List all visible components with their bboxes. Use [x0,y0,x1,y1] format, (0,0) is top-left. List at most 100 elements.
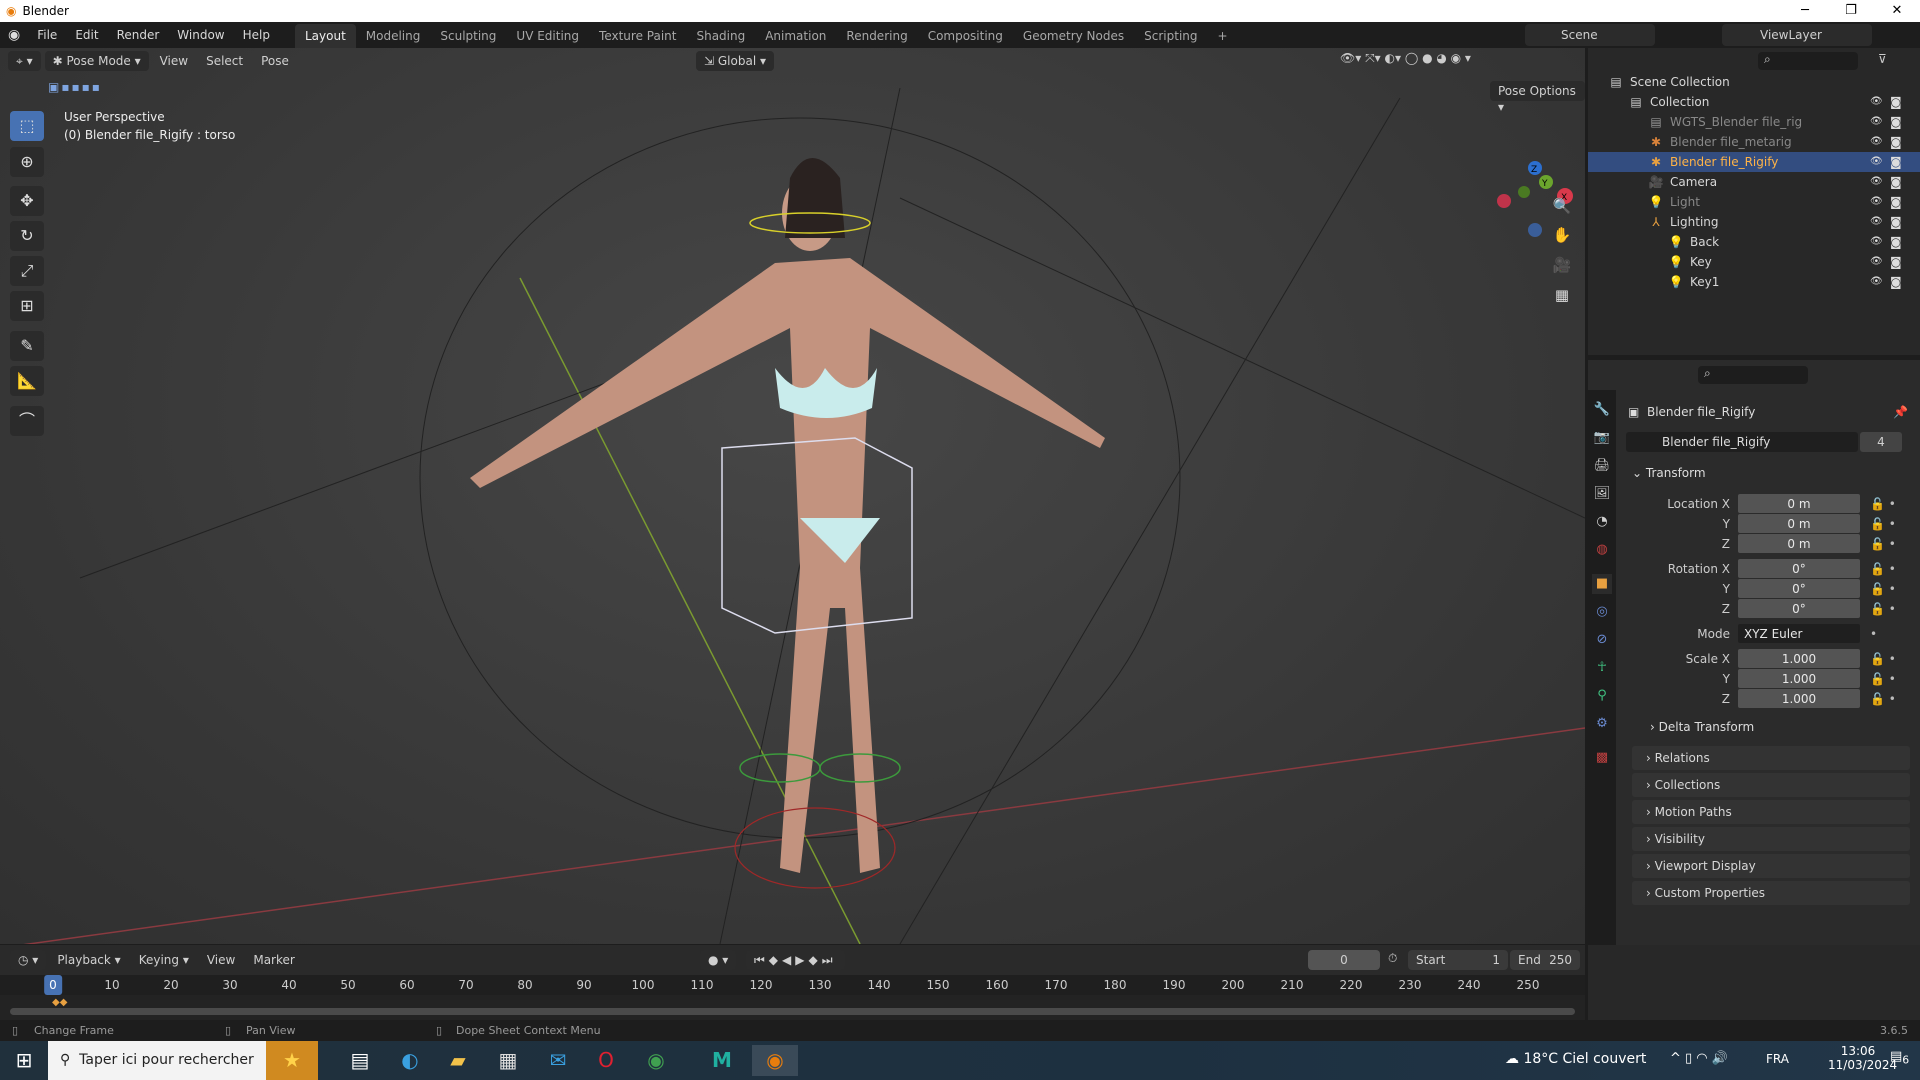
lock-keyframe-icons[interactable]: 🔓 • [1870,669,1896,689]
tab-layout[interactable]: Layout [294,24,356,48]
pose-options-button[interactable]: Pose Options ▾ [1490,81,1585,114]
field-value[interactable]: 0 m [1738,534,1860,553]
visibility-toggle-icon[interactable]: 👁 [1870,152,1883,172]
clock[interactable]: 13:06 11/03/2024 [1828,1044,1897,1072]
taskbar-search-box[interactable]: ⚲ Taper ici pour rechercher [48,1041,266,1080]
field-value[interactable]: 0 m [1738,494,1860,513]
outliner-search[interactable]: ⌕ [1758,52,1858,70]
add-workspace-button[interactable]: + [1208,24,1238,48]
tab-geometry-nodes[interactable]: Geometry Nodes [1013,24,1134,48]
users-count[interactable]: 4 [1860,432,1902,452]
menu-playback[interactable]: Playback ▾ [50,953,127,967]
visibility-toggle-icon[interactable]: 👁 [1870,112,1883,132]
panel-collections[interactable]: › Collections [1632,773,1910,797]
auto-keying-toggle[interactable]: ● ▾ [700,950,737,970]
blender-menu-icon[interactable]: ◉ [0,27,28,43]
transform-tool[interactable]: ⊞ [10,291,44,321]
outliner-item[interactable]: 💡 Light 👁 ◙ [1588,192,1920,212]
tool-tab-icon[interactable]: 🔧 [1592,400,1612,420]
orientation-selector[interactable]: ⇲ Global ▾ [696,51,774,71]
scene-tab-icon[interactable]: ◔ [1592,512,1612,532]
tab-animation[interactable]: Animation [755,24,836,48]
playhead[interactable]: 0 [44,975,62,995]
visibility-toggle-icon[interactable]: 👁 [1870,172,1883,192]
field-value[interactable]: 1.000 [1738,649,1860,668]
lock-keyframe-icons[interactable]: 🔓 • [1870,534,1896,554]
scale-tool[interactable]: ⤢ [10,256,44,286]
stopwatch-icon[interactable]: ⏱ [1388,951,1397,966]
object-tab-icon[interactable]: ■ [1592,574,1612,594]
editor-type-button[interactable]: ◷ ▾ [10,950,47,970]
lock-keyframe-icons[interactable]: 🔓 • [1870,579,1896,599]
lock-keyframe-icons[interactable]: 🔓 • [1870,599,1896,619]
bone-constraint-tab-icon[interactable]: ⚙ [1592,714,1612,734]
opera-icon[interactable]: O [586,1045,626,1076]
menu-view[interactable]: View [200,953,242,967]
field-value[interactable]: 0° [1738,579,1860,598]
lock-keyframe-icons[interactable]: 🔓 • [1870,494,1896,514]
tab-compositing[interactable]: Compositing [918,24,1013,48]
mode-selector[interactable]: ✱ Pose Mode ▾ [44,51,149,71]
selection-mode-icons[interactable]: ▣▪▪▪▪ [48,80,102,94]
render-toggle-icon[interactable]: ◙ [1890,152,1902,172]
blender-taskbar-icon[interactable]: ◉ [752,1045,798,1076]
relax-pose-tool[interactable]: ⌒ [10,406,44,436]
panel-visibility[interactable]: › Visibility [1632,827,1910,851]
render-toggle-icon[interactable]: ◙ [1890,172,1902,192]
properties-search[interactable]: ⌕ [1698,366,1808,384]
rotate-tool[interactable]: ↻ [10,221,44,251]
move-tool[interactable]: ✥ [10,186,44,216]
visibility-toggle-icon[interactable]: 👁 [1870,132,1883,152]
playback-controls[interactable]: ⏮◆◀▶◆⏭ [746,950,845,970]
filter-icon[interactable]: ⊽ [1878,52,1887,66]
field-value[interactable]: 1.000 [1738,689,1860,708]
visibility-toggle-icon[interactable]: 👁 [1870,92,1883,112]
render-toggle-icon[interactable]: ◙ [1890,192,1902,212]
tab-scripting[interactable]: Scripting [1134,24,1207,48]
timeline-scrollbar[interactable] [10,1008,1575,1015]
pan-view-icon[interactable]: ✋ [1548,222,1576,248]
field-value[interactable]: 0° [1738,599,1860,618]
select-box-tool[interactable]: ⬚ [10,111,44,141]
panel-custom-properties[interactable]: › Custom Properties [1632,881,1910,905]
menu-window[interactable]: Window [168,22,233,48]
field-value[interactable]: XYZ Euler [1738,624,1860,643]
render-tab-icon[interactable]: 📷 [1592,428,1612,448]
render-toggle-icon[interactable]: ◙ [1890,132,1902,152]
menu-file[interactable]: File [28,22,66,48]
render-toggle-icon[interactable]: ◙ [1890,252,1902,272]
current-frame-field[interactable]: 0 [1308,950,1380,970]
panel-motion-paths[interactable]: › Motion Paths [1632,800,1910,824]
minimize-button[interactable]: ─ [1782,0,1828,22]
physics-tab-icon[interactable]: ◎ [1592,602,1612,622]
shading-controls[interactable]: 👁▾ ⤧▾ ◐▾ ◯ ● ◕ ◉ ▾ [1340,51,1471,66]
visibility-toggle-icon[interactable]: 👁 [1870,192,1883,212]
language-indicator[interactable]: FRA [1766,1052,1789,1066]
menu-view[interactable]: View [153,54,195,68]
menu-pose[interactable]: Pose [254,54,296,68]
menu-edit[interactable]: Edit [66,22,107,48]
transform-panel-header[interactable]: ⌄ Transform [1632,466,1706,480]
tab-uv-editing[interactable]: UV Editing [506,24,589,48]
bone-tab-icon[interactable]: ⚲ [1592,686,1612,706]
outliner-item[interactable]: 💡 Key1 👁 ◙ [1588,272,1920,292]
render-toggle-icon[interactable]: ◙ [1890,112,1902,132]
world-tab-icon[interactable]: ◍ [1592,540,1612,560]
field-value[interactable]: 0 m [1738,514,1860,533]
data-name-field[interactable]: Blender file_Rigify [1626,432,1858,452]
lock-keyframe-icons[interactable]: 🔓 • [1870,689,1896,709]
system-tray-icons[interactable]: ^ ▯ ◠ 🔊 [1670,1051,1728,1066]
outliner-item[interactable]: 🎥 Camera 👁 ◙ [1588,172,1920,192]
pin-icon[interactable]: 📌 [1893,405,1908,419]
field-value[interactable]: 1.000 [1738,669,1860,688]
lock-keyframe-icons[interactable]: 🔓 • [1870,649,1896,669]
edge-icon[interactable]: ◐ [390,1045,430,1076]
notifications-button[interactable]: ▤6 [1890,1049,1909,1067]
outliner-item[interactable]: ▤ Collection 👁 ◙ [1588,92,1920,112]
outliner-item[interactable]: 💡 Key 👁 ◙ [1588,252,1920,272]
outliner-item[interactable]: ⅄ Lighting 👁 ◙ [1588,212,1920,232]
menu-marker[interactable]: Marker [246,953,301,967]
windows-start-icon[interactable]: ⊞ [4,1045,44,1076]
end-frame-field[interactable]: End 250 [1510,950,1580,970]
annotate-tool[interactable]: ✎ [10,331,44,361]
